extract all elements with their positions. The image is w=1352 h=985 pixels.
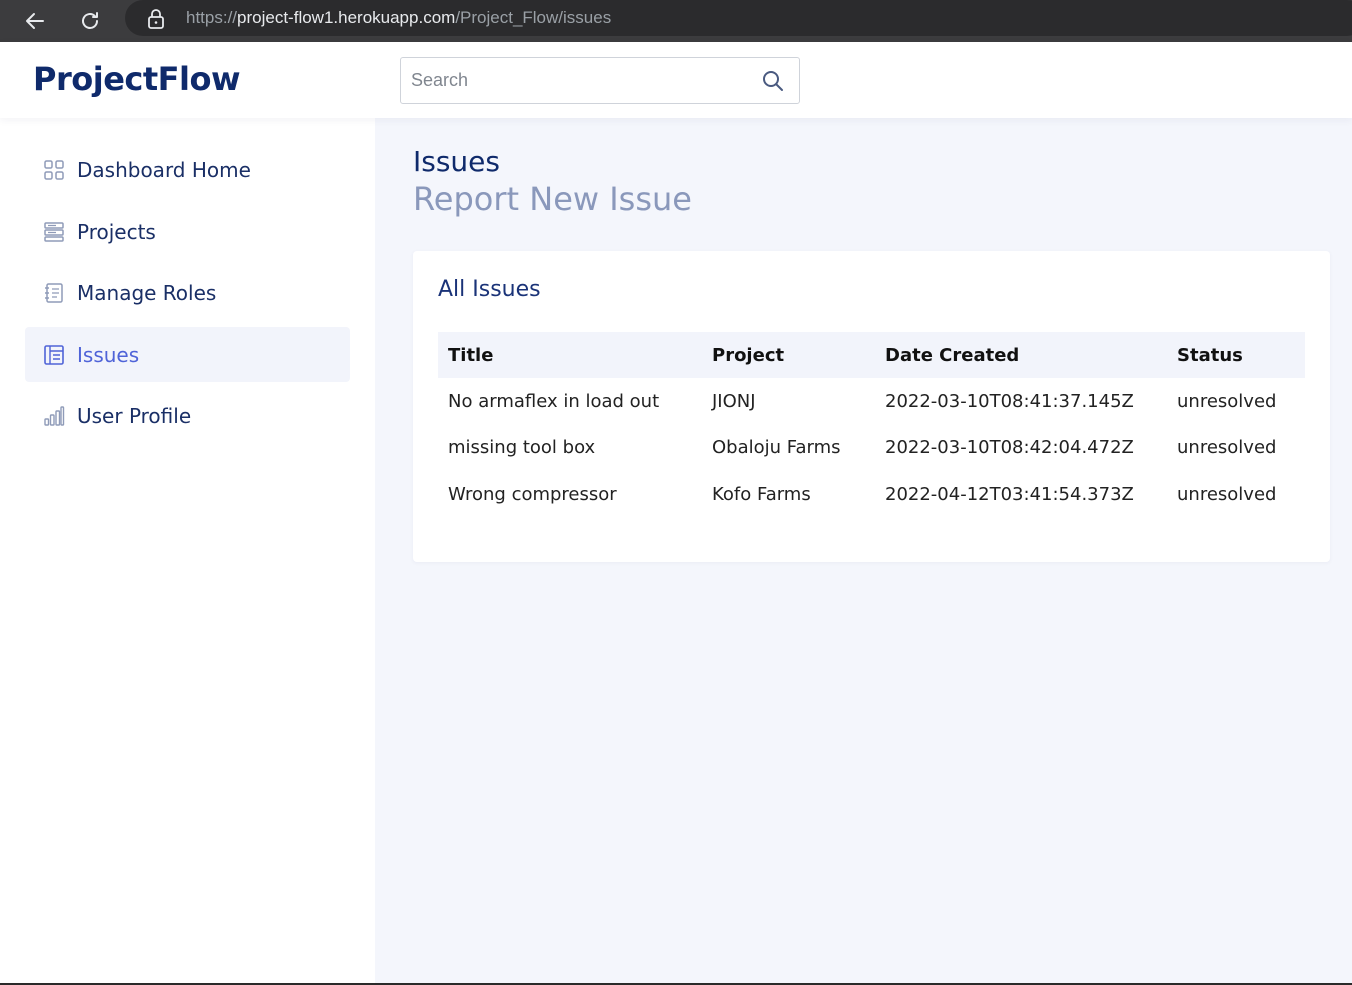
sidebar-item-issues[interactable]: Issues	[25, 327, 350, 382]
search-input[interactable]	[411, 58, 751, 103]
sidebar-item-manage-roles[interactable]: Manage Roles	[25, 265, 350, 320]
table-icon	[44, 345, 64, 365]
url-scheme: https://	[186, 8, 238, 27]
url-path: /Project_Flow/issues	[455, 8, 612, 27]
app-logo[interactable]: ProjectFlow	[33, 60, 241, 98]
cell-status: unresolved	[1177, 437, 1277, 458]
sidebar-item-label: Manage Roles	[77, 281, 217, 305]
sidebar-item-dashboard-home[interactable]: Dashboard Home	[25, 142, 350, 197]
cell-date: 2022-04-12T03:41:54.373Z	[885, 484, 1134, 505]
url-host: project-flow1.herokuapp.com	[237, 8, 456, 27]
cell-title: missing tool box	[448, 437, 596, 458]
bar-chart-icon	[44, 406, 65, 426]
main-content: Issues Report New Issue All Issues Title…	[375, 118, 1352, 985]
search-box	[400, 57, 800, 104]
cell-title: No armaflex in load out	[448, 391, 660, 412]
column-header-status[interactable]: Status	[1177, 345, 1243, 366]
column-header-project[interactable]: Project	[712, 345, 784, 366]
sidebar-item-user-profile[interactable]: User Profile	[25, 388, 350, 443]
cell-date: 2022-03-10T08:42:04.472Z	[885, 437, 1134, 458]
lock-icon	[148, 9, 164, 29]
cell-status: unresolved	[1177, 484, 1277, 505]
cell-project: Obaloju Farms	[712, 437, 841, 458]
cell-date: 2022-03-10T08:41:37.145Z	[885, 391, 1134, 412]
table-header: Title Project Date Created Status	[438, 332, 1305, 378]
sidebar-item-label: Dashboard Home	[77, 158, 251, 182]
url-text[interactable]: https://project-flow1.herokuapp.com/Proj…	[186, 8, 611, 28]
page-title: Issues	[413, 145, 500, 178]
grid-icon	[44, 160, 64, 180]
cell-project: JIONJ	[712, 391, 756, 412]
back-button[interactable]	[20, 6, 50, 36]
reload-icon	[82, 12, 98, 29]
table-row[interactable]: missing tool box Obaloju Farms 2022-03-1…	[438, 424, 1305, 470]
table-row[interactable]: Wrong compressor Kofo Farms 2022-04-12T0…	[438, 471, 1305, 517]
layers-icon	[44, 222, 64, 242]
column-header-title[interactable]: Title	[448, 345, 493, 366]
arrow-left-icon	[26, 13, 44, 29]
report-new-issue-link[interactable]: Report New Issue	[413, 180, 692, 218]
notebook-icon	[45, 283, 63, 303]
app-header: ProjectFlow	[0, 42, 1352, 118]
sidebar-item-label: Issues	[77, 343, 140, 367]
cell-status: unresolved	[1177, 391, 1277, 412]
sidebar-item-label: User Profile	[77, 404, 192, 428]
column-header-date-created[interactable]: Date Created	[885, 345, 1019, 366]
cell-project: Kofo Farms	[712, 484, 811, 505]
reload-button[interactable]	[75, 6, 105, 36]
sidebar-item-projects[interactable]: Projects	[25, 204, 350, 259]
table-row[interactable]: No armaflex in load out JIONJ 2022-03-10…	[438, 378, 1305, 424]
issues-card: All Issues Title Project Date Created St…	[413, 251, 1330, 562]
sidebar: Dashboard Home Projects Manage Roles Iss…	[0, 118, 375, 985]
cell-title: Wrong compressor	[448, 484, 617, 505]
browser-toolbar: https://project-flow1.herokuapp.com/Proj…	[0, 0, 1352, 42]
search-icon[interactable]	[761, 69, 785, 93]
card-title: All Issues	[438, 277, 541, 302]
sidebar-item-label: Projects	[77, 220, 156, 244]
